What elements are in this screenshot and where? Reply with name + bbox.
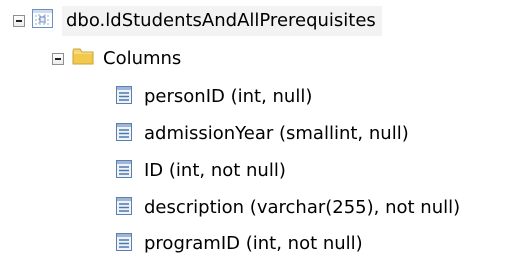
collapse-table-icon[interactable] — [13, 15, 25, 27]
tree-node-columns-folder[interactable]: Columns — [52, 44, 181, 74]
column-icon — [116, 232, 132, 256]
folder-icon — [72, 48, 94, 70]
column-icon — [116, 159, 132, 183]
collapse-columns-icon[interactable] — [52, 53, 64, 65]
column-label[interactable]: admissionYear (smallint, null) — [144, 119, 409, 149]
column-label[interactable]: personID (int, null) — [144, 82, 312, 112]
column-label[interactable]: ID (int, not null) — [144, 156, 286, 186]
tree-node-column[interactable]: personID (int, null) — [116, 82, 312, 112]
column-label[interactable]: description (varchar(255), not null) — [144, 193, 460, 223]
table-name-label[interactable]: dbo.ldStudentsAndAllPrerequisites — [62, 6, 382, 36]
columns-folder-label[interactable]: Columns — [103, 44, 181, 74]
column-label[interactable]: programID (int, not null) — [144, 229, 363, 259]
tree-node-column[interactable]: programID (int, not null) — [116, 229, 363, 259]
tree-node-column[interactable]: admissionYear (smallint, null) — [116, 119, 409, 149]
column-icon — [116, 85, 132, 109]
tree-node-table[interactable]: dbo.ldStudentsAndAllPrerequisites — [13, 6, 382, 36]
column-icon — [116, 196, 132, 220]
column-icon — [116, 122, 132, 146]
table-icon — [32, 9, 53, 33]
tree-node-column[interactable]: ID (int, not null) — [116, 156, 286, 186]
tree-node-column[interactable]: description (varchar(255), not null) — [116, 193, 460, 223]
